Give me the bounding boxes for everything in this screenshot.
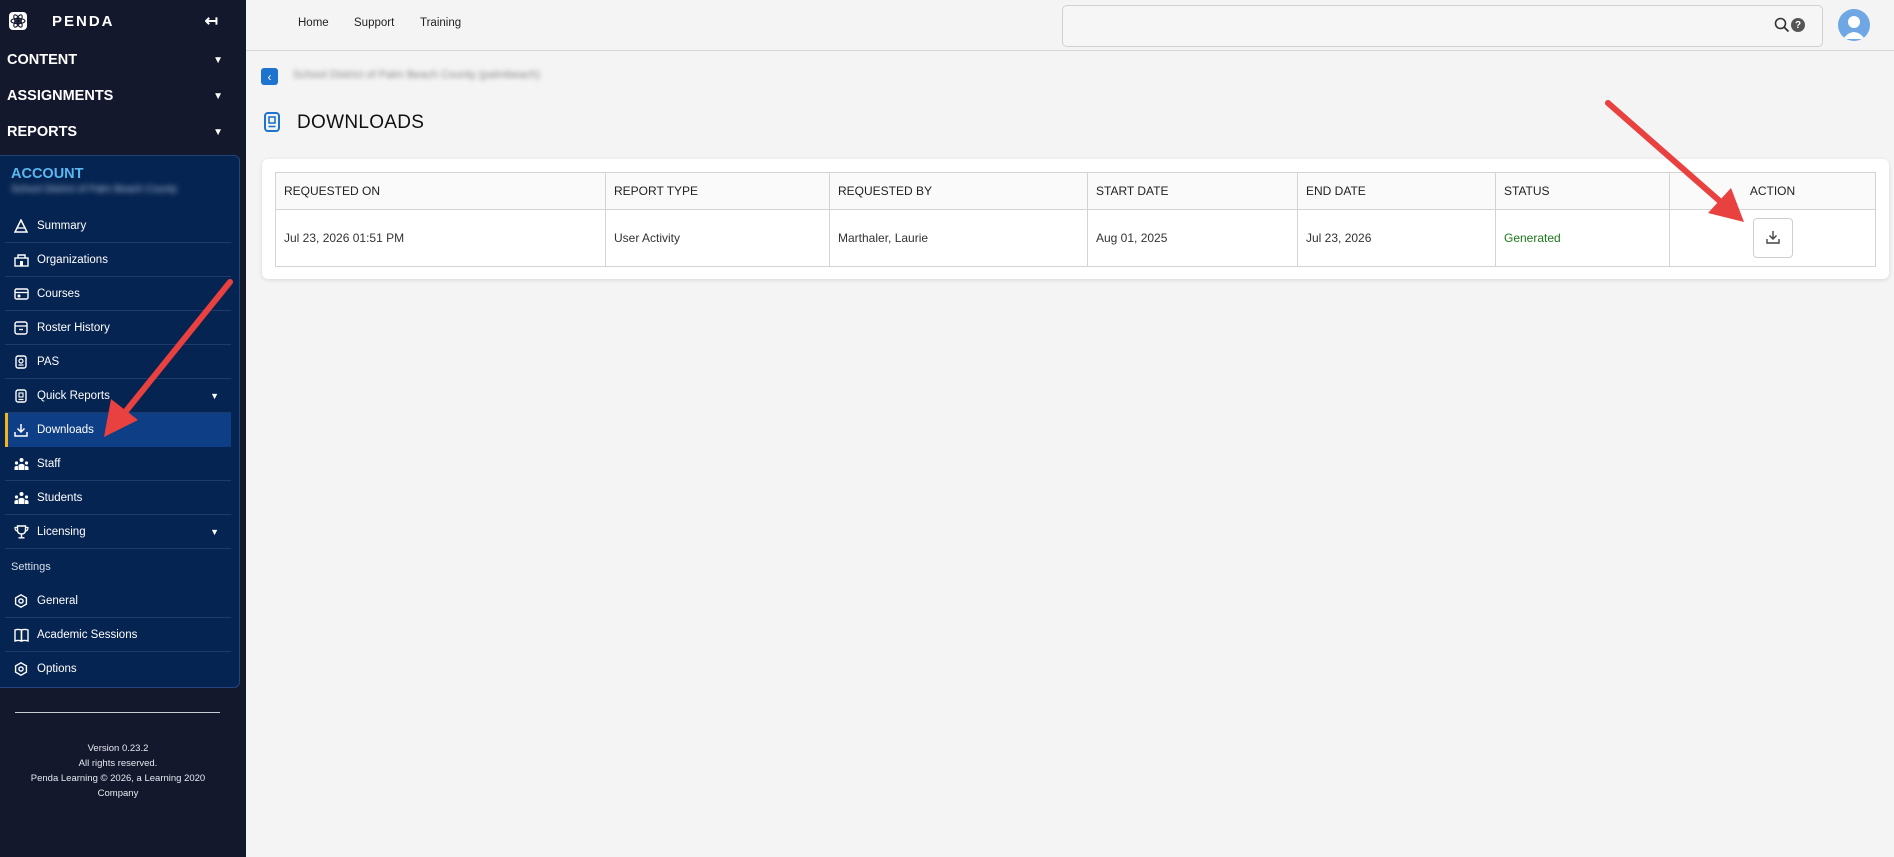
table-row: Jul 23, 2026 01:51 PM User Activity Mart… xyxy=(275,209,1876,267)
top-bar: Home Support Training ? xyxy=(246,0,1894,51)
download-button[interactable] xyxy=(1752,218,1793,258)
staff-icon xyxy=(13,456,29,472)
col-requested-by[interactable]: REQUESTED BY xyxy=(829,172,1088,210)
licensing-icon xyxy=(13,524,29,540)
col-requested-on[interactable]: REQUESTED ON xyxy=(275,172,606,210)
sidebar-item-quick-reports[interactable]: Quick Reports ▼ xyxy=(5,379,231,413)
sidebar-item-courses[interactable]: Courses xyxy=(5,277,231,311)
col-status[interactable]: STATUS xyxy=(1495,172,1670,210)
sidebar-item-label: PAS xyxy=(37,355,60,368)
students-icon xyxy=(13,490,29,506)
cell-start-date: Aug 01, 2025 xyxy=(1087,209,1298,267)
sidebar-item-general[interactable]: General xyxy=(5,584,231,618)
back-button[interactable]: ‹ xyxy=(261,68,278,85)
brand-name: PENDA xyxy=(52,12,115,30)
sidebar-item-label: General xyxy=(37,594,78,607)
sidebar-item-options[interactable]: Options xyxy=(5,652,231,686)
nav-link-home[interactable]: Home xyxy=(298,17,329,29)
gear-icon xyxy=(13,593,29,609)
section-assignments-label: ASSIGNMENTS xyxy=(7,88,114,104)
company-text: Penda Learning © 2026, a Learning 2020 C… xyxy=(30,773,206,799)
avatar[interactable] xyxy=(1838,9,1870,41)
account-subtitle: School District of Palm Beach County xyxy=(11,184,178,195)
sidebar-item-label: Quick Reports xyxy=(37,389,110,402)
summary-icon xyxy=(13,218,29,234)
downloads-page-icon xyxy=(263,112,281,132)
help-icon[interactable]: ? xyxy=(1791,18,1805,32)
quick-reports-icon xyxy=(13,388,29,404)
section-reports-label: REPORTS xyxy=(7,124,78,140)
courses-icon xyxy=(13,286,29,302)
sidebar-item-roster-history[interactable]: Roster History xyxy=(5,311,231,345)
chevron-down-icon: ▼ xyxy=(213,126,223,138)
version-text: Version 0.23.2 xyxy=(87,743,149,754)
col-start-date[interactable]: START DATE xyxy=(1087,172,1298,210)
sidebar: PENDA ↤ CONTENT ▼ ASSIGNMENTS ▼ REPORTS … xyxy=(0,0,246,857)
organizations-icon xyxy=(13,252,29,268)
cell-requested-by: Marthaler, Laurie xyxy=(829,209,1088,267)
sidebar-item-label: Downloads xyxy=(37,424,94,436)
cell-action xyxy=(1669,209,1876,267)
section-content-label: CONTENT xyxy=(7,52,78,68)
search-input[interactable] xyxy=(1062,5,1823,47)
sidebar-item-label: Students xyxy=(37,491,83,504)
col-report-type[interactable]: REPORT TYPE xyxy=(605,172,830,210)
sidebar-item-licensing[interactable]: Licensing ▼ xyxy=(5,515,231,549)
download-icon xyxy=(13,422,29,438)
section-content[interactable]: CONTENT ▼ xyxy=(0,42,246,78)
settings-label: Settings xyxy=(11,561,51,573)
table-header-row: REQUESTED ON REPORT TYPE REQUESTED BY ST… xyxy=(275,172,1876,210)
sidebar-item-label: Licensing xyxy=(37,525,86,538)
section-reports[interactable]: REPORTS ▼ xyxy=(0,114,246,150)
sidebar-item-organizations[interactable]: Organizations xyxy=(5,243,231,277)
sidebar-item-label: Organizations xyxy=(37,253,108,266)
sidebar-item-students[interactable]: Students xyxy=(5,481,231,515)
chevron-down-icon: ▼ xyxy=(210,526,219,537)
options-gear-icon xyxy=(13,661,29,677)
annotation-overlay xyxy=(104,100,1744,437)
section-assignments[interactable]: ASSIGNMENTS ▼ xyxy=(0,78,246,114)
collapse-sidebar-icon[interactable]: ↤ xyxy=(205,11,218,31)
sidebar-item-label: Academic Sessions xyxy=(37,628,138,641)
chevron-down-icon: ▼ xyxy=(213,54,223,66)
footer-divider xyxy=(15,712,220,713)
search-icon[interactable] xyxy=(1774,17,1790,33)
sidebar-item-label: Staff xyxy=(37,457,61,470)
cell-requested-on: Jul 23, 2026 01:51 PM xyxy=(275,209,606,267)
downloads-card: REQUESTED ON REPORT TYPE REQUESTED BY ST… xyxy=(262,159,1889,279)
chevron-left-icon: ‹ xyxy=(267,69,272,84)
sidebar-item-label: Roster History xyxy=(37,321,110,334)
sidebar-footer: Version 0.23.2 All rights reserved. Pend… xyxy=(10,741,226,801)
pas-icon xyxy=(13,354,29,370)
sidebar-item-label: Summary xyxy=(37,219,87,232)
sidebar-item-downloads[interactable]: Downloads xyxy=(5,413,231,447)
breadcrumb[interactable]: School District of Palm Beach County (pa… xyxy=(293,69,540,81)
nav-link-support[interactable]: Support xyxy=(354,17,394,29)
col-action: ACTION xyxy=(1669,172,1876,210)
sidebar-item-label: Options xyxy=(37,663,77,675)
sidebar-item-label: Courses xyxy=(37,287,80,300)
rights-text: All rights reserved. xyxy=(78,758,158,769)
brand: PENDA ↤ xyxy=(0,0,246,42)
chevron-down-icon: ▼ xyxy=(213,90,223,102)
download-icon xyxy=(1765,230,1780,247)
page-title: DOWNLOADS xyxy=(297,112,425,133)
sidebar-item-staff[interactable]: Staff xyxy=(5,447,231,481)
cell-end-date: Jul 23, 2026 xyxy=(1297,209,1496,267)
status-badge: Generated xyxy=(1495,209,1670,267)
roster-history-icon xyxy=(13,320,29,336)
book-icon xyxy=(13,627,29,643)
sidebar-item-summary[interactable]: Summary xyxy=(5,209,231,243)
sidebar-item-academic-sessions[interactable]: Academic Sessions xyxy=(5,618,231,652)
downloads-table: REQUESTED ON REPORT TYPE REQUESTED BY ST… xyxy=(275,172,1876,267)
sidebar-item-pas[interactable]: PAS xyxy=(5,345,231,379)
chevron-down-icon: ▼ xyxy=(210,390,219,401)
col-end-date[interactable]: END DATE xyxy=(1297,172,1496,210)
penda-logo-icon[interactable] xyxy=(8,11,28,31)
nav-link-training[interactable]: Training xyxy=(420,17,461,29)
account-heading: ACCOUNT xyxy=(11,166,84,182)
cell-report-type: User Activity xyxy=(605,209,830,267)
